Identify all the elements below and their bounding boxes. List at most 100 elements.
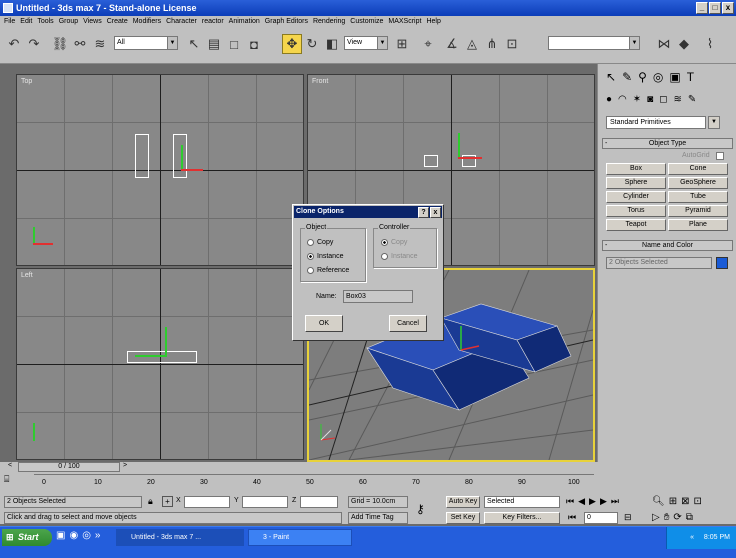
modify-tab-icon[interactable]: ✎ (622, 70, 632, 86)
dialog-help-button[interactable]: ? (418, 207, 429, 218)
tray-expand-icon[interactable]: « (690, 534, 694, 541)
align-icon[interactable]: ◆ (674, 34, 694, 54)
select-object-icon[interactable]: ↖ (184, 34, 204, 54)
redo-icon[interactable]: ↷ (24, 34, 44, 54)
unlink-icon[interactable]: ⚯ (70, 34, 90, 54)
object-name-field[interactable]: 2 Objects Selected (606, 257, 712, 269)
move-icon[interactable]: ✥ (282, 34, 302, 54)
lights-icon[interactable]: ✶ (633, 94, 641, 108)
time-slider-prev-icon[interactable]: < (4, 462, 16, 472)
angle-snap-icon[interactable]: ∡ (442, 34, 462, 54)
auto-key-button[interactable]: Auto Key (446, 496, 480, 508)
track-bar[interactable]: 0 10 20 30 40 50 60 70 80 90 100 (34, 474, 594, 492)
geometry-icon[interactable]: ● (606, 94, 612, 108)
object-copy-radio[interactable]: Copy (307, 239, 333, 246)
menu-character[interactable]: Character (166, 16, 197, 28)
menu-views[interactable]: Views (83, 16, 102, 28)
zoom-extents-icon[interactable]: ⊠ (681, 496, 689, 507)
display-tab-icon[interactable]: ▣ (669, 70, 680, 86)
close-button[interactable]: x (722, 2, 734, 14)
zoom-all-icon[interactable]: ⊞ (669, 496, 677, 507)
clock[interactable]: 8:05 PM (704, 534, 730, 541)
systems-icon[interactable]: ✎ (688, 94, 696, 108)
sphere-button[interactable]: Sphere (606, 177, 666, 189)
rotate-icon[interactable]: ↻ (302, 34, 322, 54)
selection-filter-dropdown[interactable]: All ▼ (114, 36, 178, 50)
cameras-icon[interactable]: ◙ (647, 94, 653, 108)
box02-outline[interactable] (173, 134, 187, 178)
autogrid-checkbox[interactable] (716, 152, 724, 160)
minimize-button[interactable]: _ (696, 2, 708, 14)
time-slider-next-icon[interactable]: > (120, 462, 130, 472)
explorer-icon[interactable]: ◉ (69, 530, 78, 541)
pan-icon[interactable]: ✋︎ (664, 512, 670, 523)
menu-help[interactable]: Help (426, 16, 440, 28)
dialog-close-button[interactable]: x (430, 207, 441, 218)
hierarchy-tab-icon[interactable]: ⚲ (638, 70, 647, 86)
pyramid-button[interactable]: Pyramid (668, 205, 728, 217)
chevron-down-icon[interactable]: ▼ (708, 116, 720, 129)
box01-outline[interactable] (135, 134, 149, 178)
space-warps-icon[interactable]: ≋ (674, 94, 682, 108)
object-color-swatch[interactable] (716, 257, 728, 269)
x-coordinate-field[interactable] (184, 496, 230, 508)
next-frame-icon[interactable]: ▶ (600, 496, 607, 507)
utilities-tab-icon[interactable]: T (687, 70, 694, 86)
link-icon[interactable]: ⛓ (50, 34, 70, 54)
y-coordinate-field[interactable] (242, 496, 288, 508)
primitive-category-dropdown[interactable]: Standard Primitives (606, 116, 706, 129)
spinner-snap-icon[interactable]: ⋔ (482, 34, 502, 54)
scale-icon[interactable]: ◧ (322, 34, 342, 54)
boxes-outline[interactable] (127, 351, 197, 363)
curve-editor-icon[interactable]: ⌇ (700, 34, 720, 54)
menu-customize[interactable]: Customize (350, 16, 383, 28)
menu-tools[interactable]: Tools (37, 16, 53, 28)
zoom-icon[interactable]: 🔍︎ (652, 496, 665, 507)
taskbar-item-3dsmax[interactable]: Untitled - 3ds max 7 ... (116, 529, 244, 546)
named-selection-sets-dropdown[interactable]: ▼ (548, 36, 640, 50)
pivot-icon[interactable]: ⊞ (392, 34, 412, 54)
motion-tab-icon[interactable]: ◎ (653, 70, 663, 86)
viewport-left[interactable]: Left (16, 268, 304, 460)
open-mini-curve-editor-icon[interactable]: ⌸ (4, 474, 18, 484)
absolute-mode-icon[interactable]: + (162, 496, 173, 507)
cancel-button[interactable]: Cancel (389, 315, 427, 332)
clone-name-input[interactable]: Box03 (343, 290, 413, 303)
set-key-button[interactable]: Set Key (446, 512, 480, 524)
menu-modifiers[interactable]: Modifiers (133, 16, 161, 28)
viewport-top[interactable]: Top (16, 74, 304, 266)
field-of-view-icon[interactable]: ▷ (652, 512, 660, 523)
tube-button[interactable]: Tube (668, 191, 728, 203)
snap-icon[interactable]: ⌖ (418, 34, 438, 54)
key-mode-icon[interactable]: ⚷ (416, 502, 425, 516)
taskbar-item-paint[interactable]: 3 - Paint (248, 529, 352, 546)
ok-button[interactable]: OK (305, 315, 343, 332)
undo-icon[interactable]: ↶ (4, 34, 24, 54)
plane-button[interactable]: Plane (668, 219, 728, 231)
mirror-icon[interactable]: ⋈ (654, 34, 674, 54)
menu-create[interactable]: Create (107, 16, 128, 28)
box01-outline[interactable] (424, 155, 438, 167)
previous-frame-icon[interactable]: ◀ (578, 496, 585, 507)
key-mode-toggle-icon[interactable]: ⏮ (568, 512, 576, 523)
menu-edit[interactable]: Edit (20, 16, 32, 28)
key-filters-button[interactable]: Key Filters... (484, 512, 560, 524)
time-slider[interactable]: 0 / 100 (18, 462, 120, 472)
geosphere-button[interactable]: GeoSphere (668, 177, 728, 189)
quick-launch-more-icon[interactable]: » (95, 530, 101, 541)
z-coordinate-field[interactable] (300, 496, 338, 508)
go-to-start-icon[interactable]: ⏮ (566, 496, 574, 507)
edit-named-selection-icon[interactable]: ⊡ (502, 34, 522, 54)
teapot-button[interactable]: Teapot (606, 219, 666, 231)
key-selection-dropdown[interactable]: Selected (484, 496, 560, 508)
menu-maxscript[interactable]: MAXScript (388, 16, 421, 28)
object-reference-radio[interactable]: Reference (307, 267, 349, 274)
object-type-rollout[interactable]: - Object Type (602, 138, 733, 149)
helpers-icon[interactable]: ◻ (659, 94, 667, 108)
browser-icon[interactable]: ◎ (82, 530, 91, 541)
percent-snap-icon[interactable]: ◬ (462, 34, 482, 54)
cylinder-button[interactable]: Cylinder (606, 191, 666, 203)
box-button[interactable]: Box (606, 163, 666, 175)
window-crossing-icon[interactable]: ◘ (244, 34, 264, 54)
rectangular-selection-icon[interactable]: □ (224, 34, 244, 54)
